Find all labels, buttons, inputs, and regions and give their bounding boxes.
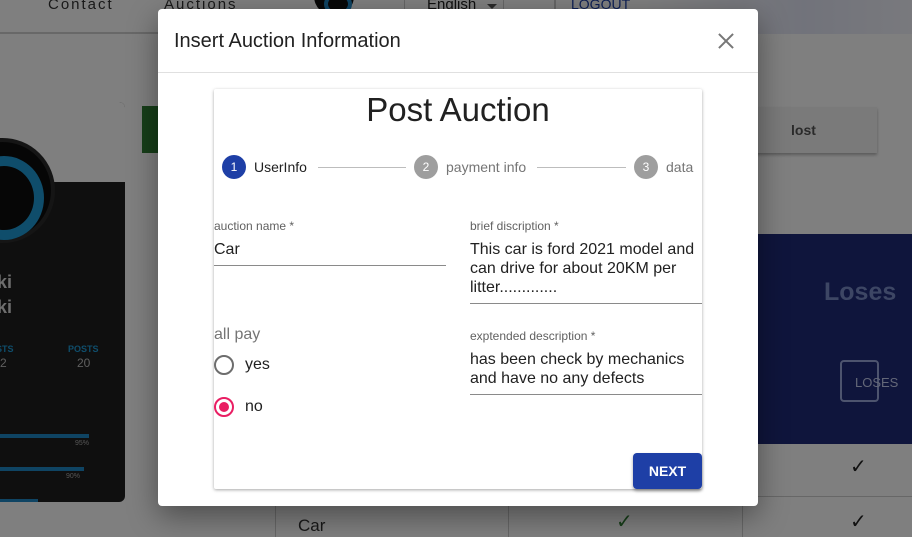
auction-name-input[interactable]: Car	[214, 240, 446, 259]
step-1-indicator[interactable]: 1	[222, 155, 246, 179]
brief-description-input[interactable]: This car is ford 2021 model and can driv…	[470, 240, 702, 297]
radio-no-label[interactable]: no	[245, 398, 263, 416]
radio-yes[interactable]	[214, 355, 234, 375]
close-icon[interactable]	[714, 29, 738, 53]
step-2-indicator[interactable]: 2	[414, 155, 438, 179]
insert-auction-dialog: Insert Auction Information Post Auction …	[158, 9, 758, 506]
auction-name-underline	[214, 265, 446, 266]
step-1-label[interactable]: UserInfo	[254, 159, 307, 175]
brief-description-label: brief discription *	[470, 219, 559, 233]
radio-yes-label[interactable]: yes	[245, 356, 270, 374]
brief-description-underline	[470, 303, 702, 304]
step-3-label[interactable]: data	[666, 159, 693, 175]
radio-no[interactable]	[214, 397, 234, 417]
dialog-header: Insert Auction Information	[158, 9, 758, 73]
step-connector	[537, 167, 626, 168]
dialog-title: Insert Auction Information	[174, 30, 401, 52]
step-2-label[interactable]: payment info	[446, 159, 526, 175]
extended-description-input[interactable]: has been check by mechanics and have no …	[470, 350, 702, 388]
auction-name-label: auction name *	[214, 219, 295, 233]
extended-description-label: exptended description *	[470, 329, 596, 343]
extended-description-underline	[470, 394, 702, 395]
all-pay-label: all pay	[214, 326, 261, 343]
step-3-indicator[interactable]: 3	[634, 155, 658, 179]
next-button[interactable]: NEXT	[633, 453, 702, 489]
step-connector	[318, 167, 406, 168]
card-title: Post Auction	[366, 91, 550, 128]
post-auction-card: Post Auction 1 UserInfo 2 payment info 3…	[214, 89, 702, 489]
